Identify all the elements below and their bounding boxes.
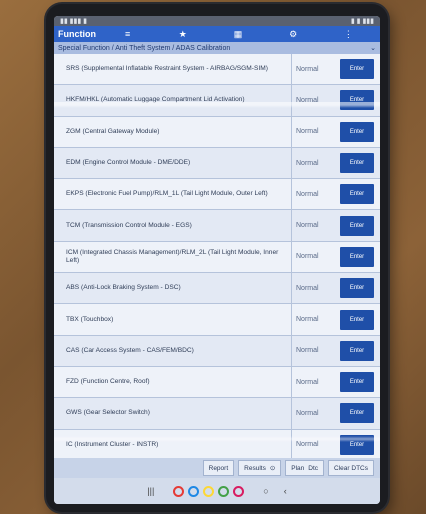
tablet-frame: ▮▮ ▮▮▮ ▮ ▮ ▮ ▮▮▮ Function ≡ ★ ▦ ⚙ ⋮ Spec… xyxy=(46,4,388,512)
module-name: SRS (Supplemental Inflatable Restraint S… xyxy=(66,65,268,73)
results-label: Results xyxy=(244,464,266,472)
module-status: Normal xyxy=(291,429,340,460)
module-name: ICM (Integrated Chassis Management)/RLM_… xyxy=(66,248,279,264)
recent-apps-icon[interactable]: ||| xyxy=(147,486,154,496)
plan-button[interactable]: Plan Dtc xyxy=(285,460,325,476)
module-name: IC (Instrument Cluster - INSTR) xyxy=(66,440,159,448)
chevron-down-icon[interactable]: ⌄ xyxy=(370,44,376,52)
module-row: EKPS (Electronic Fuel Pump)/RLM_1L (Tail… xyxy=(54,179,380,211)
module-row: TBX (Touchbox) Normal Enter xyxy=(54,304,380,336)
module-row: IC (Instrument Cluster - INSTR) Normal Ent… xyxy=(54,429,380,461)
clear-dtcs-button[interactable]: Clear DTCs xyxy=(328,460,374,476)
module-name: FZD (Function Centre, Roof) xyxy=(66,378,150,386)
module-name: TCM (Transmission Control Module - EGS) xyxy=(66,221,192,229)
module-row: ICM (Integrated Chassis Management)/RLM_… xyxy=(54,241,380,274)
breadcrumb: Special Function / Anti Theft System / A… xyxy=(54,42,380,54)
module-status: Normal xyxy=(291,85,340,116)
app-pink-icon[interactable] xyxy=(233,485,245,497)
enter-button[interactable]: Enter xyxy=(340,309,374,330)
enter-button[interactable]: Enter xyxy=(340,153,374,174)
module-name: GWS (Gear Selector Switch) xyxy=(66,409,150,417)
module-row: ZGM (Central Gateway Module) Normal Enter xyxy=(54,116,380,148)
home-icon[interactable]: ○ xyxy=(263,486,268,496)
enter-button[interactable]: Enter xyxy=(340,340,374,361)
screen: ▮▮ ▮▮▮ ▮ ▮ ▮ ▮▮▮ Function ≡ ★ ▦ ⚙ ⋮ Spec… xyxy=(54,16,380,504)
settings-icon[interactable]: ⚙ xyxy=(266,29,321,40)
module-row: FZD (Function Centre, Roof) Normal Enter xyxy=(54,366,380,399)
dock-apps xyxy=(173,485,245,497)
app-yellow-icon[interactable] xyxy=(203,485,215,497)
module-name: EDM (Engine Control Module - DME/DDE) xyxy=(66,159,191,167)
enter-button[interactable]: Enter xyxy=(340,278,374,299)
system-nav-bar: ||| ○ ‹ xyxy=(54,478,380,504)
status-left: ▮▮ ▮▮▮ ▮ xyxy=(60,18,88,25)
enter-button[interactable]: Enter xyxy=(340,246,374,267)
dtc-label: Dtc xyxy=(308,464,319,472)
menu-icon[interactable]: ≡ xyxy=(100,29,155,39)
module-status: Normal xyxy=(291,179,340,210)
star-icon[interactable]: ★ xyxy=(155,29,210,40)
app-title: Function xyxy=(58,29,96,39)
bottom-toolbar: Report Results ⊙ Plan Dtc Clear DTCs xyxy=(54,458,380,478)
clear-dtcs-label: Clear DTCs xyxy=(334,464,368,472)
module-row: SRS (Supplemental Inflatable Restraint S… xyxy=(54,54,380,86)
enter-button[interactable]: Enter xyxy=(340,59,374,80)
more-icon[interactable]: ⋮ xyxy=(321,29,376,40)
module-status: Normal xyxy=(291,304,340,335)
module-status: Normal xyxy=(291,116,340,147)
plan-label: Plan xyxy=(291,464,305,472)
app-blue-icon[interactable] xyxy=(188,485,200,497)
module-list: SRS (Supplemental Inflatable Restraint S… xyxy=(54,54,380,461)
app-green-icon[interactable] xyxy=(218,485,230,497)
module-status: Normal xyxy=(291,335,340,366)
module-status: Normal xyxy=(291,366,340,398)
enter-button[interactable]: Enter xyxy=(340,372,374,393)
enter-button[interactable]: Enter xyxy=(340,434,374,455)
module-row: GWS (Gear Selector Switch) Normal Enter xyxy=(54,398,380,430)
module-name: ABS (Anti-Lock Braking System - DSC) xyxy=(66,284,181,292)
results-icon: ⊙ xyxy=(269,465,276,472)
module-status: Normal xyxy=(291,147,340,179)
back-icon[interactable]: ‹ xyxy=(284,486,287,496)
enter-button[interactable]: Enter xyxy=(340,215,374,236)
module-name: TBX (Touchbox) xyxy=(66,315,114,323)
module-status: Normal xyxy=(291,210,340,241)
module-name: CAS (Car Access System - CAS/FEM/BDC) xyxy=(66,346,194,354)
enter-button[interactable]: Enter xyxy=(340,121,374,142)
app-red-icon[interactable] xyxy=(173,485,185,497)
module-status: Normal xyxy=(291,241,340,273)
report-label: Report xyxy=(208,464,229,472)
top-bar: Function ≡ ★ ▦ ⚙ ⋮ xyxy=(54,26,380,42)
module-status: Normal xyxy=(291,273,340,304)
report-button[interactable]: Report xyxy=(202,460,235,476)
module-status: Normal xyxy=(291,398,340,429)
status-bar: ▮▮ ▮▮▮ ▮ ▮ ▮ ▮▮▮ xyxy=(54,16,380,26)
breadcrumb-text: Special Function / Anti Theft System / A… xyxy=(58,44,231,52)
module-name: ZGM (Central Gateway Module) xyxy=(66,127,160,135)
module-row: CAS (Car Access System - CAS/FEM/BDC) Nor… xyxy=(54,335,380,367)
results-button[interactable]: Results ⊙ xyxy=(238,460,282,476)
module-name: EKPS (Electronic Fuel Pump)/RLM_1L (Tail… xyxy=(66,190,268,198)
module-row: ABS (Anti-Lock Braking System - DSC) Norm… xyxy=(54,273,380,305)
module-name: HKFM/HKL (Automatic Luggage Compartment … xyxy=(66,96,245,104)
module-row: EDM (Engine Control Module - DME/DDE) Nor… xyxy=(54,147,380,180)
module-row: HKFM/HKL (Automatic Luggage Compartment … xyxy=(54,85,380,117)
enter-button[interactable]: Enter xyxy=(340,90,374,111)
module-status: Normal xyxy=(291,54,340,85)
module-row: TCM (Transmission Control Module - EGS) N… xyxy=(54,210,380,242)
grid-icon[interactable]: ▦ xyxy=(210,29,265,40)
enter-button[interactable]: Enter xyxy=(340,403,374,424)
status-right: ▮ ▮ ▮▮▮ xyxy=(350,18,374,25)
enter-button[interactable]: Enter xyxy=(340,184,374,205)
